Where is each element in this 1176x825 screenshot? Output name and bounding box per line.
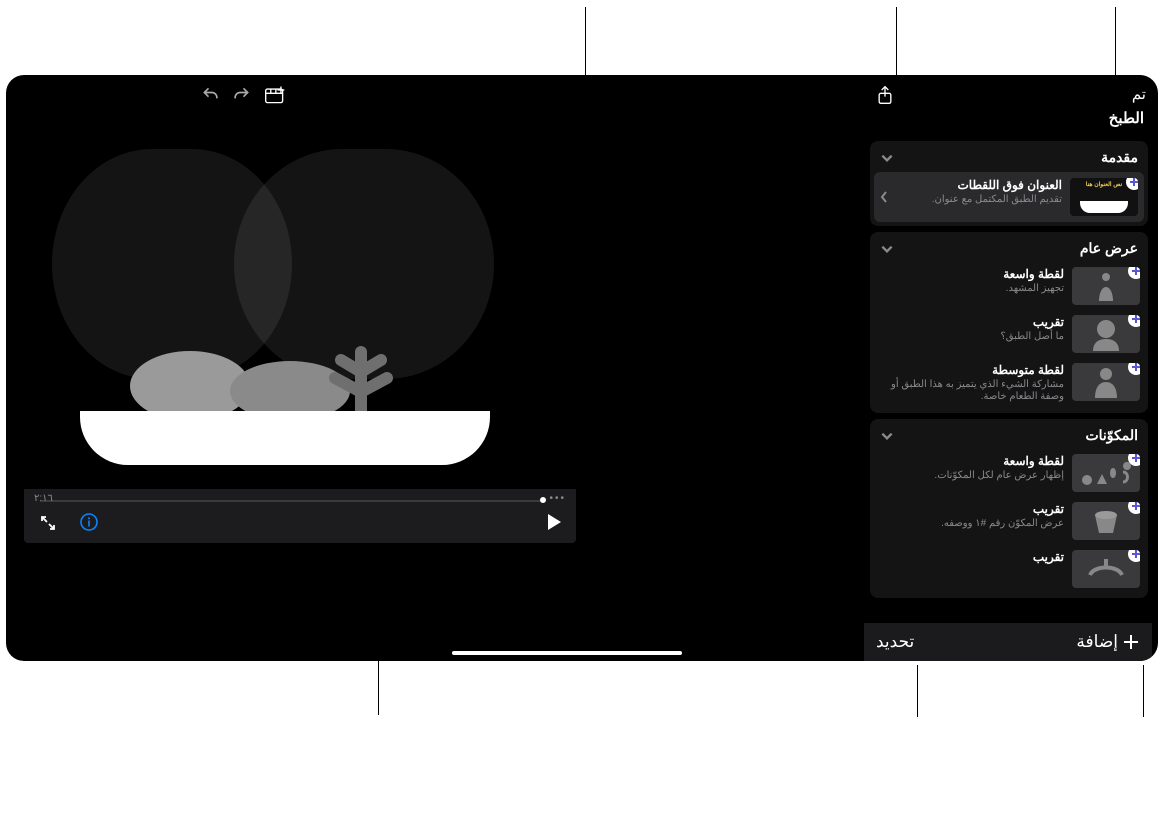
add-clip-badge[interactable] <box>1128 363 1140 375</box>
shot-thumbnail <box>1072 267 1140 305</box>
shot-row[interactable]: تقريب عرض المكوّن رقم #١ ووصفه. <box>870 498 1148 546</box>
shot-group: عرض عام لقطة واسعة تجهيز المشهد. <box>870 232 1148 413</box>
viewer-controls <box>24 511 576 535</box>
add-group-button[interactable]: إضافة <box>1076 632 1140 652</box>
chevron-down-icon <box>880 429 894 443</box>
shot-row[interactable]: نص العنوان هنا العنوان فوق اللقطات تقديم… <box>874 172 1144 222</box>
shot-thumbnail <box>1072 550 1140 588</box>
play-button[interactable] <box>546 513 562 536</box>
ingredient-icon <box>1089 507 1123 535</box>
shot-row[interactable]: لقطة واسعة تجهيز المشهد. <box>870 263 1148 311</box>
ingredients-icon <box>1077 458 1135 488</box>
fullscreen-icon <box>40 515 56 531</box>
person-medium-icon <box>1093 366 1119 398</box>
add-clip-badge[interactable] <box>1128 267 1140 279</box>
shot-row[interactable]: تقريب <box>870 546 1148 594</box>
shot-title: لقطة متوسطة <box>878 363 1064 377</box>
timeline-scrubber[interactable]: ٢:١٦ ••• <box>40 499 566 503</box>
stage: تم الطبخ <box>0 0 1176 825</box>
shot-title: تقريب <box>878 550 1064 564</box>
project-title: الطبخ <box>1109 109 1144 127</box>
done-button[interactable]: تم <box>1132 85 1146 103</box>
callout-line <box>1143 665 1144 717</box>
shot-title: تقريب <box>878 502 1064 516</box>
shot-thumbnail <box>1072 502 1140 540</box>
shot-list-sidebar[interactable]: مقدمة نص العنوان هنا العنوان فوق اللقطات… <box>864 135 1152 623</box>
shot-subtitle: تقديم الطبق المكتمل مع عنوان. <box>892 194 1062 206</box>
group-title: عرض عام <box>1080 240 1138 257</box>
undo-button[interactable] <box>201 85 221 105</box>
panel-bottom-bar: إضافة تحديد <box>864 623 1152 661</box>
add-clip-badge[interactable] <box>1128 315 1140 327</box>
group-header[interactable]: المكوّنات <box>870 419 1148 450</box>
add-media-button[interactable] <box>264 85 286 110</box>
share-icon <box>876 85 894 105</box>
play-icon <box>546 513 562 531</box>
undo-icon <box>201 85 221 105</box>
redo-button[interactable] <box>231 85 251 105</box>
share-button[interactable] <box>876 85 894 110</box>
playhead-dot[interactable] <box>540 497 546 503</box>
leaf-graphic <box>316 337 406 417</box>
shot-subtitle: إظهار عرض عام لكل المكوّنات. <box>878 470 1064 482</box>
shot-row[interactable]: تقريب ما أصل الطبق؟ <box>870 311 1148 359</box>
shot-title: لقطة واسعة <box>878 454 1064 468</box>
shot-row[interactable]: لقطة متوسطة مشاركة الشيء الذي يتميز به ه… <box>870 359 1148 409</box>
group-header[interactable]: عرض عام <box>870 232 1148 263</box>
ingredient-icon <box>1086 559 1126 579</box>
scrubber-track <box>40 500 546 502</box>
thumb-title-text: نص العنوان هنا <box>1074 181 1134 188</box>
fullscreen-button[interactable] <box>40 515 56 536</box>
scrubber-end-marker: ••• <box>549 493 566 504</box>
shot-thumbnail: نص العنوان هنا <box>1070 178 1138 216</box>
shot-subtitle: مشاركة الشيء الذي يتميز به هذا الطبق أو … <box>878 379 1064 403</box>
shot-thumbnail <box>1072 454 1140 492</box>
chevron-left-icon <box>880 190 888 204</box>
top-bar: تم <box>6 75 1158 107</box>
plus-icon <box>1122 633 1140 651</box>
shot-subtitle: عرض المكوّن رقم #١ ووصفه. <box>878 518 1064 530</box>
bowl-graphic <box>80 377 490 465</box>
shot-title: لقطة واسعة <box>878 267 1064 281</box>
chevron-down-icon <box>880 242 894 256</box>
add-group-label: إضافة <box>1076 632 1118 652</box>
redo-icon <box>231 85 251 105</box>
info-button[interactable] <box>80 513 98 536</box>
preview-canvas[interactable] <box>24 171 576 489</box>
shot-group: مقدمة نص العنوان هنا العنوان فوق اللقطات… <box>870 141 1148 226</box>
callout-line <box>917 665 918 717</box>
shot-group: المكوّنات لقطة واسعة <box>870 419 1148 598</box>
info-icon <box>80 513 98 531</box>
home-indicator <box>452 651 682 655</box>
shot-subtitle: تجهيز المشهد. <box>878 283 1064 295</box>
shot-title: العنوان فوق اللقطات <box>892 178 1062 192</box>
preview-viewer: ٢:١٦ ••• <box>24 171 576 543</box>
add-media-icon <box>264 85 286 105</box>
add-clip-badge[interactable] <box>1128 502 1140 514</box>
chevron-down-icon <box>880 151 894 165</box>
person-wide-icon <box>1096 271 1116 301</box>
select-button[interactable]: تحديد <box>876 632 914 652</box>
callout-line <box>896 7 897 76</box>
shot-subtitle: ما أصل الطبق؟ <box>878 331 1064 343</box>
group-header[interactable]: مقدمة <box>870 141 1148 172</box>
person-close-icon <box>1089 317 1123 351</box>
shot-title: تقريب <box>878 315 1064 329</box>
add-clip-badge[interactable] <box>1128 550 1140 562</box>
current-time-label: ٢:١٦ <box>34 493 53 504</box>
shot-row[interactable]: لقطة واسعة إظهار عرض عام لكل المكوّنات. <box>870 450 1148 498</box>
group-title: مقدمة <box>1101 149 1138 166</box>
app-window: تم الطبخ <box>6 75 1158 661</box>
shot-thumbnail <box>1072 315 1140 353</box>
group-title: المكوّنات <box>1085 427 1138 444</box>
shot-thumbnail <box>1072 363 1140 401</box>
